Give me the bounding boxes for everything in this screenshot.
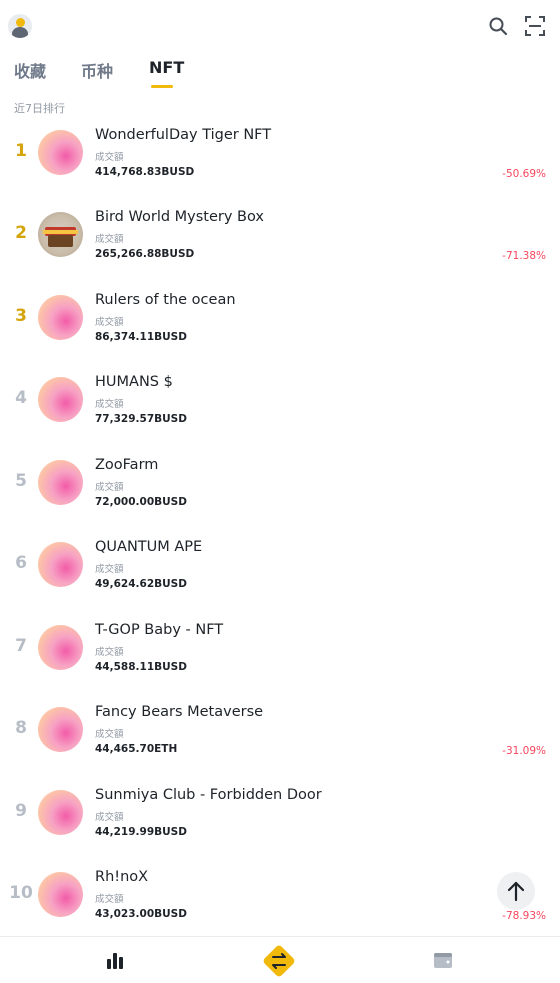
rank-number: 7 — [15, 636, 27, 656]
search-icon[interactable] — [488, 16, 508, 36]
list-item[interactable]: 5 ZooFarm 成交額 72,000.00BUSD — [0, 442, 560, 524]
tab-coins[interactable]: 币种 — [81, 58, 113, 82]
rank-number: 9 — [15, 801, 27, 821]
tab-nft[interactable]: NFT — [149, 58, 184, 77]
volume-value: 77,329.57BUSD — [95, 413, 187, 425]
volume-label: 成交額 — [95, 729, 124, 740]
scroll-to-top-button[interactable] — [497, 872, 535, 910]
list-item[interactable]: 10 Rh!noX 成交額 43,023.00BUSD -78.93% — [0, 854, 560, 936]
list-item[interactable]: 9 Sunmiya Club - Forbidden Door 成交額 44,2… — [0, 772, 560, 854]
volume-value: 44,465.70ETH — [95, 743, 178, 755]
list-item[interactable]: 4 HUMANS $ 成交額 77,329.57BUSD — [0, 359, 560, 441]
collection-thumbnail — [38, 625, 83, 670]
rank-number: 10 — [9, 883, 33, 903]
tab-favorites[interactable]: 收藏 — [14, 58, 46, 82]
collection-name: Rulers of the ocean — [95, 292, 236, 308]
rank-number: 4 — [15, 388, 27, 408]
bottom-nav — [0, 936, 560, 983]
collection-thumbnail — [38, 295, 83, 340]
collection-name: Bird World Mystery Box — [95, 209, 265, 225]
collection-thumbnail — [38, 872, 83, 917]
rank-number: 2 — [15, 223, 27, 243]
change-percent: -50.69% — [502, 168, 546, 180]
collection-name: WonderfulDay Tiger NFT — [95, 127, 272, 143]
markets-bar-chart-icon[interactable] — [104, 949, 126, 971]
collection-name: T-GOP Baby - NFT — [95, 622, 224, 638]
volume-value: 86,374.11BUSD — [95, 331, 187, 343]
list-item[interactable]: 1 WonderfulDay Tiger NFT 成交額 414,768.83B… — [0, 112, 560, 194]
trade-swap-icon[interactable] — [261, 943, 297, 979]
volume-label: 成交額 — [95, 399, 124, 410]
collection-name: Fancy Bears Metaverse — [95, 704, 264, 720]
volume-label: 成交額 — [95, 317, 124, 328]
change-percent: -71.38% — [502, 250, 546, 262]
volume-value: 44,588.11BUSD — [95, 661, 187, 673]
volume-label: 成交額 — [95, 647, 124, 658]
volume-value: 72,000.00BUSD — [95, 496, 187, 508]
category-tabs: 收藏 币种 NFT — [0, 56, 560, 92]
nft-ranking-screen: 收藏 币种 NFT 近7日排行 1 WonderfulDay Tiger NFT… — [0, 0, 560, 983]
change-percent: -31.09% — [502, 745, 546, 757]
volume-label: 成交額 — [95, 482, 124, 493]
avatar[interactable] — [8, 14, 32, 38]
rank-number: 6 — [15, 553, 27, 573]
collection-thumbnail — [38, 212, 83, 257]
scan-icon[interactable] — [525, 16, 545, 36]
collection-name: Rh!noX — [95, 869, 149, 885]
collection-thumbnail — [38, 542, 83, 587]
volume-value: 49,624.62BUSD — [95, 578, 187, 590]
rank-number: 5 — [15, 471, 27, 491]
mystery-box-body — [48, 235, 73, 247]
list-item[interactable]: 7 T-GOP Baby - NFT 成交額 44,588.11BUSD — [0, 607, 560, 689]
avatar-head — [16, 18, 25, 27]
change-percent: -78.93% — [502, 910, 546, 922]
active-tab-indicator — [151, 85, 173, 88]
list-item[interactable]: 8 Fancy Bears Metaverse 成交額 44,465.70ETH… — [0, 689, 560, 771]
volume-label: 成交額 — [95, 152, 124, 163]
volume-value: 265,266.88BUSD — [95, 248, 195, 260]
collection-thumbnail — [38, 790, 83, 835]
rank-number: 8 — [15, 718, 27, 738]
volume-value: 43,023.00BUSD — [95, 908, 187, 920]
collection-thumbnail — [38, 377, 83, 422]
collection-thumbnail — [38, 460, 83, 505]
list-item[interactable]: 3 Rulers of the ocean 成交額 86,374.11BUSD — [0, 277, 560, 359]
list-item[interactable]: 6 QUANTUM APE 成交額 49,624.62BUSD — [0, 524, 560, 606]
rank-number: 1 — [15, 141, 27, 161]
collection-name: Sunmiya Club - Forbidden Door — [95, 787, 322, 803]
rank-number: 3 — [15, 306, 27, 326]
volume-label: 成交額 — [95, 234, 124, 245]
collection-thumbnail — [38, 707, 83, 752]
list-item[interactable]: 2 Bird World Mystery Box 成交額 265,266.88B… — [0, 194, 560, 276]
volume-value: 44,219.99BUSD — [95, 826, 187, 838]
collection-name: HUMANS $ — [95, 374, 173, 390]
volume-label: 成交額 — [95, 894, 124, 905]
volume-value: 414,768.83BUSD — [95, 166, 195, 178]
avatar-body — [12, 27, 28, 38]
collection-name: QUANTUM APE — [95, 539, 203, 555]
volume-label: 成交額 — [95, 812, 124, 823]
volume-label: 成交額 — [95, 564, 124, 575]
arrow-up-icon — [507, 881, 525, 902]
collection-name: ZooFarm — [95, 457, 159, 473]
wallet-icon[interactable] — [432, 949, 454, 971]
collection-thumbnail — [38, 130, 83, 175]
mystery-box-band — [43, 230, 78, 234]
top-bar — [0, 0, 560, 50]
